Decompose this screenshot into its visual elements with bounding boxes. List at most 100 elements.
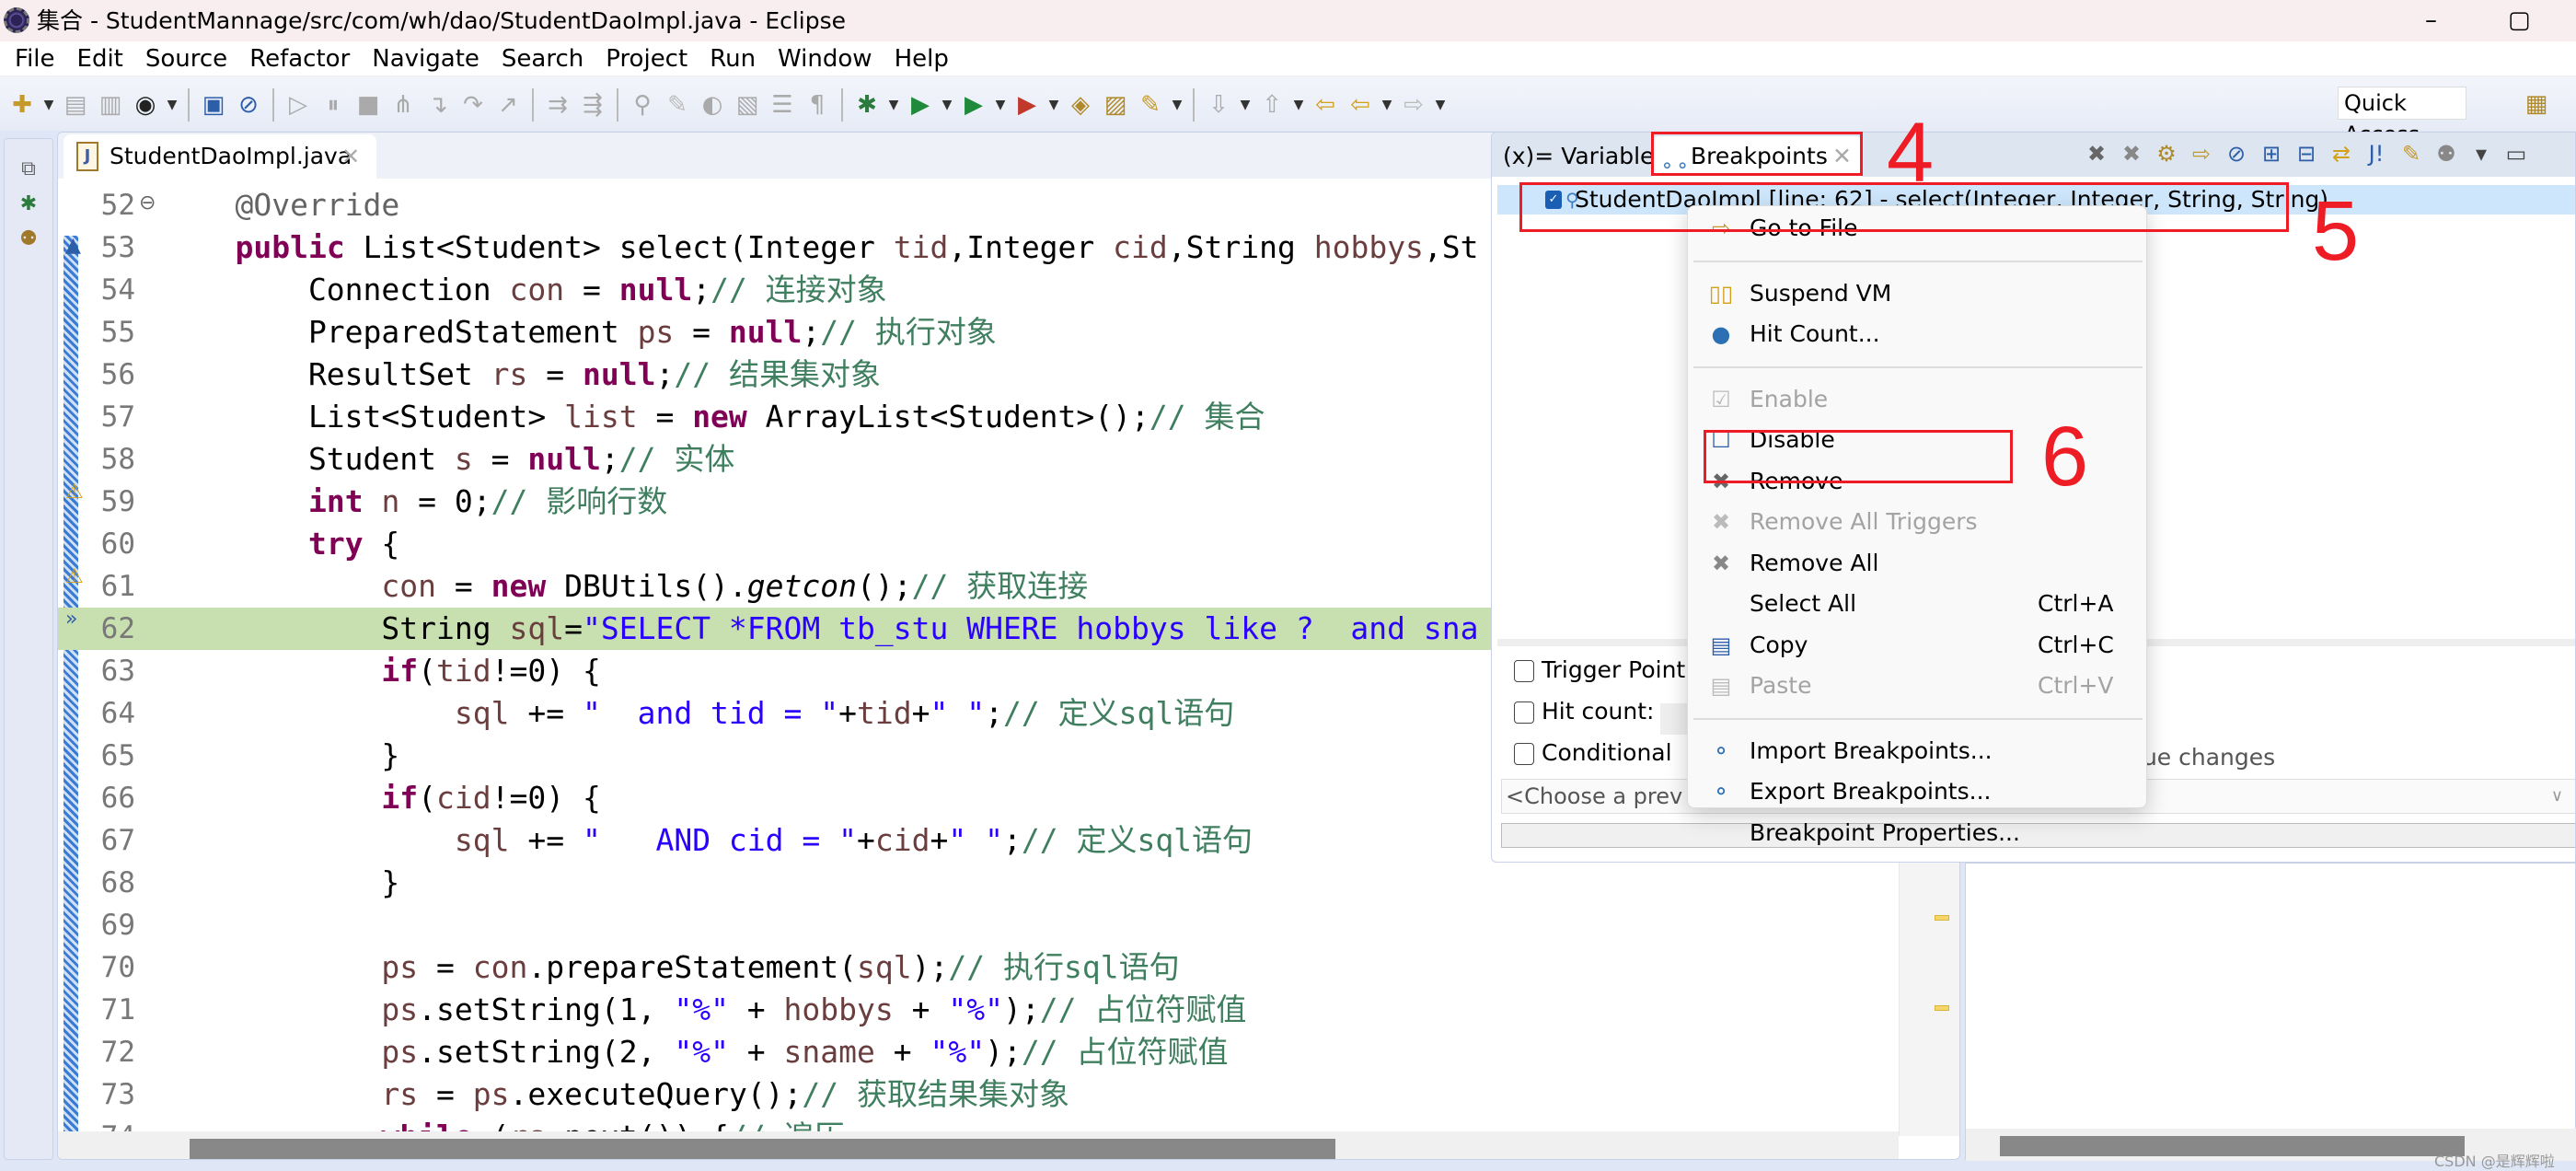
save-all-icon[interactable]: ▥ xyxy=(96,89,125,121)
menu-help[interactable]: Help xyxy=(884,45,960,73)
menu-edit[interactable]: Edit xyxy=(66,45,134,73)
forward-icon[interactable]: ⇨ xyxy=(1399,89,1428,121)
link-icon[interactable]: ⇄ xyxy=(2326,138,2357,169)
warning-icon[interactable]: ⚠ xyxy=(65,481,84,504)
code-line[interactable]: 70 ps = con.prepareStatement(sql);// 执行s… xyxy=(58,946,1899,989)
code-line[interactable]: 68 } xyxy=(58,862,1899,904)
goto-file-icon[interactable]: ⇨ xyxy=(2186,138,2217,169)
hit-count-checkbox[interactable]: Hit count: xyxy=(1514,696,1654,727)
close-tab-icon[interactable]: ✕ xyxy=(341,134,360,179)
menu-item-remove-all-triggers[interactable]: ✖ Remove All Triggers xyxy=(1688,502,2148,542)
menu-item-import-breakpoints[interactable]: ⚬ Import Breakpoints... xyxy=(1688,731,2148,771)
skip-breakpoints-icon[interactable]: ⊘ xyxy=(234,89,263,121)
menu-window[interactable]: Window xyxy=(767,45,884,73)
code-line[interactable]: 72 ps.setString(2, "%" + sname + "%");//… xyxy=(58,1031,1899,1073)
minimize-icon[interactable]: ▭ xyxy=(2501,138,2532,169)
maximize-button[interactable]: ▢ xyxy=(2508,0,2531,41)
menu-item-copy[interactable]: ▤ Copy Ctrl+C xyxy=(1688,625,2148,666)
terminate-icon[interactable]: ■ xyxy=(353,89,383,121)
editor-horizontal-scrollbar[interactable] xyxy=(58,1131,1899,1159)
restore-icon[interactable]: ⧉ xyxy=(16,157,41,183)
terminal-icon[interactable]: ▣ xyxy=(199,89,228,121)
drop-frame-icon[interactable]: ⇉ xyxy=(543,89,572,121)
dropdown-arrow-icon[interactable]: ▼ xyxy=(994,89,1007,121)
dropdown-arrow-icon[interactable]: ▼ xyxy=(941,89,953,121)
collapse-icon[interactable]: ⊟ xyxy=(2291,138,2322,169)
menu-source[interactable]: Source xyxy=(134,45,238,73)
menu-item-export-breakpoints[interactable]: ⚬ Export Breakpoints... xyxy=(1688,771,2148,812)
dropdown-arrow-icon[interactable]: ▼ xyxy=(1171,89,1184,121)
menu-search[interactable]: Search xyxy=(491,45,595,73)
occurrence-marker[interactable] xyxy=(1935,1005,1949,1011)
dropdown-arrow-icon[interactable]: ▼ xyxy=(1239,89,1252,121)
group-icon[interactable]: ⚉ xyxy=(2431,138,2462,169)
conditional-checkbox[interactable]: Conditional xyxy=(1514,737,1672,769)
code-line[interactable]: 73 rs = ps.executeQuery();// 获取结果集对象 xyxy=(58,1073,1899,1116)
menu-run[interactable]: Run xyxy=(699,45,767,73)
debug-icon[interactable]: ✱ xyxy=(852,89,882,121)
menu-item-hit-count[interactable]: ● Hit Count... xyxy=(1688,314,2148,354)
next-annotation-icon[interactable]: ⇩ xyxy=(1204,89,1233,121)
trigger-point-checkbox[interactable]: Trigger Point xyxy=(1514,655,1685,686)
editor-tab[interactable]: J StudentDaoImpl.java ✕ xyxy=(64,134,376,179)
pilcrow-icon[interactable]: ¶ xyxy=(803,89,832,121)
open-type-icon[interactable]: ◈ xyxy=(1066,89,1095,121)
open-icon[interactable]: ▧ xyxy=(733,89,762,121)
remove-icon[interactable]: ✖ xyxy=(2081,138,2112,169)
scrollbar-thumb[interactable] xyxy=(190,1139,1335,1159)
step-return-icon[interactable]: ↗ xyxy=(493,89,523,121)
dropdown-arrow-icon[interactable]: ▼ xyxy=(1292,89,1305,121)
person-icon[interactable]: ◉ xyxy=(131,89,160,121)
new-icon[interactable]: ✚ xyxy=(7,89,37,121)
list-icon[interactable]: ☰ xyxy=(768,89,797,121)
disconnect-icon[interactable]: ⋔ xyxy=(388,89,418,121)
minimize-button[interactable]: – xyxy=(2425,0,2437,41)
menu-file[interactable]: File xyxy=(4,45,66,73)
java-exception-icon[interactable]: J! xyxy=(2361,138,2392,169)
menu-item-paste[interactable]: ▤ Paste Ctrl+V xyxy=(1688,666,2148,706)
remove-all-icon[interactable]: ✖ xyxy=(2116,138,2147,169)
menu-item-remove-all[interactable]: ✖ Remove All xyxy=(1688,543,2148,584)
last-edit-icon[interactable]: ⇦ xyxy=(1311,89,1340,121)
suspend-icon[interactable]: ⏸ xyxy=(318,89,348,121)
open-perspective-icon[interactable]: ▦ xyxy=(2522,88,2551,120)
debug-perspective-icon[interactable]: ✱ xyxy=(16,192,41,218)
menu-item-breakpoint-properties[interactable]: Breakpoint Properties... xyxy=(1688,813,2148,853)
search-icon[interactable]: ✎ xyxy=(1136,89,1165,121)
prev-annotation-icon[interactable]: ⇧ xyxy=(1257,89,1287,121)
menu-refactor[interactable]: Refactor xyxy=(238,45,361,73)
dropdown-arrow-icon[interactable]: ▼ xyxy=(887,89,900,121)
scrollbar-thumb[interactable] xyxy=(2000,1136,2465,1156)
save-icon[interactable]: ▤ xyxy=(61,89,90,121)
toggle-icon[interactable]: ◐ xyxy=(698,89,727,121)
dropdown-arrow-icon[interactable]: ▼ xyxy=(1380,89,1393,121)
menu-project[interactable]: Project xyxy=(595,45,699,73)
warning-icon[interactable]: ⚠ xyxy=(65,565,84,588)
external-tools-icon[interactable]: ▶ xyxy=(1012,89,1042,121)
instruction-pointer-icon[interactable]: » xyxy=(65,608,77,631)
dropdown-arrow-icon[interactable]: ▼ xyxy=(1047,89,1060,121)
expand-icon[interactable]: ⊞ xyxy=(2256,138,2287,169)
step-into-icon[interactable]: ↴ xyxy=(423,89,453,121)
use-step-filters-icon[interactable]: ⇶ xyxy=(578,89,607,121)
view-menu-icon[interactable]: ▾ xyxy=(2466,138,2497,169)
add-breakpoint-icon[interactable]: ✎ xyxy=(2396,138,2427,169)
open-task-icon[interactable]: ▨ xyxy=(1101,89,1130,121)
code-line[interactable]: 71 ps.setString(1, "%" + hobbys + "%");/… xyxy=(58,989,1899,1031)
dropdown-arrow-icon[interactable]: ▼ xyxy=(166,89,179,121)
breakpoints-view-icon[interactable]: ⚉ xyxy=(16,227,41,253)
run-icon[interactable]: ▶ xyxy=(906,89,935,121)
pen-icon[interactable]: ✎ xyxy=(663,89,692,121)
step-over-icon[interactable]: ↷ xyxy=(458,89,488,121)
settings-icon[interactable]: ⚙ xyxy=(2151,138,2182,169)
code-line[interactable]: 69 xyxy=(58,904,1899,946)
menu-navigate[interactable]: Navigate xyxy=(361,45,491,73)
pin-icon[interactable]: ⚲ xyxy=(628,89,657,121)
back-icon[interactable]: ⇦ xyxy=(1346,89,1375,121)
fold-icon[interactable]: ⊖ xyxy=(139,191,156,214)
dropdown-arrow-icon[interactable]: ▼ xyxy=(1434,89,1447,121)
menu-item-suspend-vm[interactable]: ▯▯ Suspend VM xyxy=(1688,273,2148,314)
skip-icon[interactable]: ⊘ xyxy=(2221,138,2252,169)
menu-item-select-all[interactable]: Select All Ctrl+A xyxy=(1688,584,2148,624)
quick-access-input[interactable]: Quick Access xyxy=(2338,87,2466,147)
